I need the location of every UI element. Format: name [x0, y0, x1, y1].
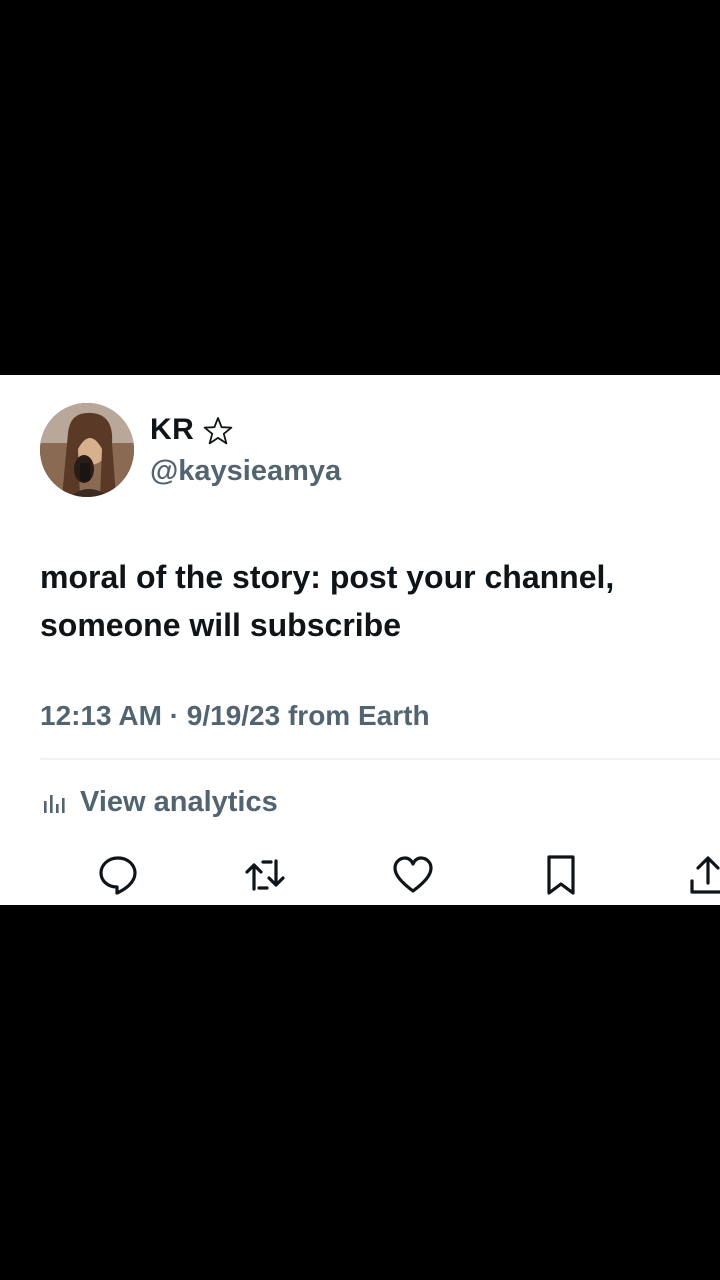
like-button[interactable]: [391, 853, 435, 897]
repost-arrows-icon: [245, 859, 285, 891]
heart-icon: [393, 856, 433, 893]
bookmark-button[interactable]: [539, 853, 583, 897]
reply-button[interactable]: [96, 853, 140, 897]
avatar[interactable]: [40, 403, 134, 497]
bookmark-icon: [547, 855, 575, 895]
star-outline-icon: [203, 417, 233, 445]
action-bar: [0, 853, 720, 897]
repost-button[interactable]: [243, 853, 287, 897]
speech-bubble-icon: [99, 856, 137, 895]
view-analytics-label: View analytics: [80, 785, 278, 818]
timestamp[interactable]: 12:13 AM · 9/19/23 from Earth: [40, 700, 430, 732]
tweet-card: KR @kaysieamya moral of the story: post …: [0, 375, 720, 905]
view-analytics-link[interactable]: View analytics: [40, 782, 278, 822]
share-button[interactable]: [686, 853, 720, 897]
share-upload-icon: [690, 856, 720, 894]
bar-chart-icon: [44, 795, 65, 813]
avatar-photo: [40, 403, 134, 497]
divider: [40, 758, 720, 760]
tweet-text: moral of the story: post your channel, s…: [40, 559, 615, 643]
display-name[interactable]: KR: [150, 413, 194, 447]
video-frame: KR @kaysieamya moral of the story: post …: [0, 0, 720, 1280]
user-handle[interactable]: @kaysieamya: [150, 455, 341, 488]
